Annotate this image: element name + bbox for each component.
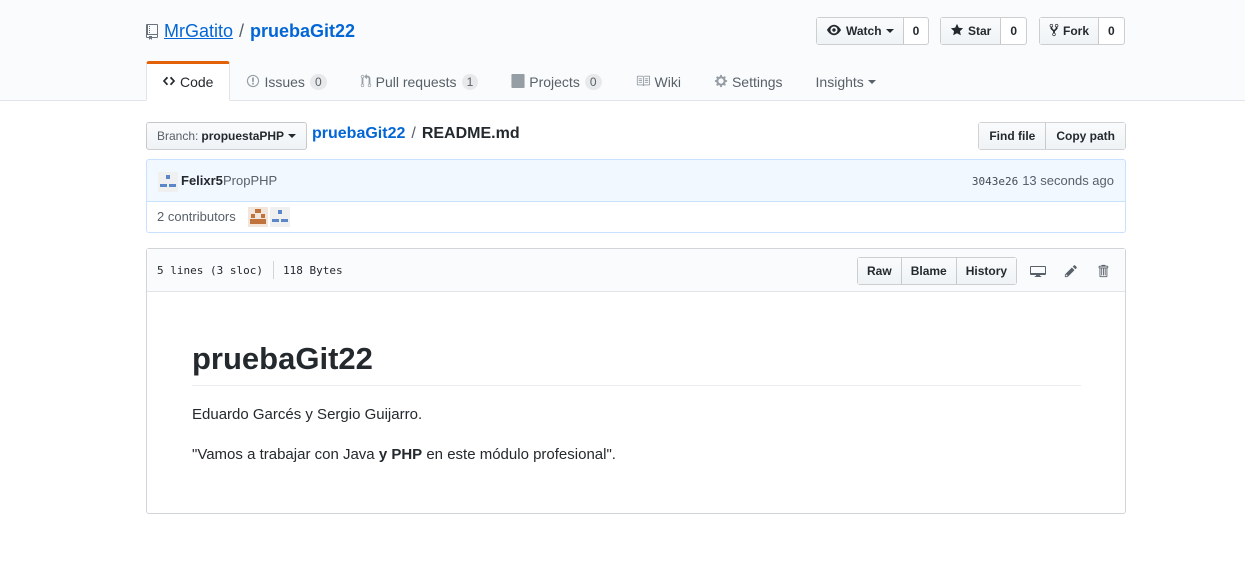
- commit-tease: Felixr5 PropPHP 3043e26 13 seconds ago: [146, 159, 1126, 202]
- breadcrumb-repo-link[interactable]: pruebaGit22: [312, 125, 405, 143]
- tab-settings[interactable]: Settings: [698, 61, 800, 101]
- blame-button[interactable]: Blame: [900, 258, 956, 284]
- copy-path-button[interactable]: Copy path: [1045, 123, 1125, 149]
- branch-name: propuestaPHP: [201, 129, 285, 143]
- star-group: Star 0: [940, 17, 1028, 45]
- file-info-divider: [272, 261, 274, 279]
- file-navigation: Branch: propuestaPHP pruebaGit22 / READM…: [146, 121, 1126, 150]
- tab-insights-label: Insights: [815, 74, 864, 90]
- repo-owner-link[interactable]: MrGatito: [164, 20, 233, 42]
- repo-nav: Code Issues 0 Pull requests 1 Projects 0: [146, 61, 893, 101]
- avatar[interactable]: [248, 207, 268, 227]
- star-icon: [950, 23, 968, 40]
- watch-group: Watch 0: [816, 17, 930, 45]
- pull-request-icon: [360, 73, 376, 91]
- history-button[interactable]: History: [955, 258, 1017, 284]
- fork-button[interactable]: Fork: [1040, 18, 1100, 44]
- star-count[interactable]: 0: [1001, 18, 1027, 44]
- commit-message-link[interactable]: PropPHP: [223, 173, 277, 188]
- gear-icon: [714, 74, 732, 91]
- branch-label: Branch:: [157, 129, 199, 143]
- eye-icon: [826, 23, 846, 40]
- commit-sha-link[interactable]: 3043e26: [972, 175, 1018, 188]
- tab-code-label: Code: [180, 74, 214, 90]
- readme-paragraph: Eduardo Garcés y Sergio Guijarro.: [192, 406, 423, 423]
- trash-icon[interactable]: [1094, 262, 1112, 280]
- tab-issues-label: Issues: [264, 74, 305, 90]
- repo-header: MrGatito / pruebaGit22 Watch 0 Star 0 Fo…: [0, 0, 1245, 101]
- watch-label: Watch: [846, 24, 882, 38]
- pencil-icon[interactable]: [1062, 262, 1080, 280]
- tab-projects[interactable]: Projects 0: [495, 61, 618, 101]
- branch-select-button[interactable]: Branch: propuestaPHP: [146, 122, 308, 150]
- file-lines: 5 lines (3 sloc): [157, 264, 263, 277]
- readme-paragraph: "Vamos a trabajar con Java y PHP en este…: [192, 444, 1081, 466]
- watch-button[interactable]: Watch: [817, 18, 904, 44]
- avatar[interactable]: [158, 172, 178, 192]
- tab-projects-label: Projects: [529, 74, 580, 90]
- repo-title-separator: /: [239, 21, 245, 41]
- fork-group: Fork 0: [1039, 17, 1125, 45]
- readme-heading: pruebaGit22: [192, 341, 1081, 386]
- issues-counter: 0: [309, 74, 327, 90]
- repo-icon: [146, 23, 158, 40]
- desktop-icon[interactable]: [1029, 262, 1047, 280]
- star-button[interactable]: Star: [941, 18, 1002, 44]
- raw-button[interactable]: Raw: [858, 258, 901, 284]
- fork-label: Fork: [1063, 24, 1090, 38]
- file-size: 118 Bytes: [282, 264, 343, 277]
- commit-time: 13 seconds ago: [1022, 173, 1114, 188]
- fork-count[interactable]: 0: [1099, 18, 1124, 44]
- file-nav-buttons: Find file Copy path: [978, 122, 1126, 150]
- tab-pull-requests[interactable]: Pull requests 1: [344, 61, 496, 101]
- chevron-down-icon: [867, 80, 876, 84]
- fork-icon: [1049, 23, 1063, 40]
- code-icon: [162, 74, 180, 91]
- find-file-button[interactable]: Find file: [979, 123, 1046, 149]
- readme-text: en este módulo profesional".: [422, 446, 616, 463]
- watch-count[interactable]: 0: [903, 18, 929, 44]
- tab-issues[interactable]: Issues 0: [230, 61, 343, 101]
- file-container: 5 lines (3 sloc) 118 Bytes Raw Blame His…: [146, 248, 1126, 514]
- commit-meta: 3043e26 13 seconds ago: [972, 173, 1114, 188]
- star-label: Star: [968, 24, 992, 38]
- tab-wiki[interactable]: Wiki: [619, 61, 698, 101]
- tab-insights[interactable]: Insights: [800, 61, 893, 101]
- book-icon: [635, 74, 655, 91]
- breadcrumb-separator: /: [411, 125, 416, 142]
- tab-code[interactable]: Code: [146, 61, 231, 101]
- file-info: 5 lines (3 sloc) 118 Bytes: [157, 261, 343, 279]
- projects-counter: 0: [584, 74, 602, 90]
- readme-content: pruebaGit22 Eduardo Garcés y Sergio Guij…: [192, 341, 1081, 466]
- project-icon: [511, 73, 529, 91]
- file-header: 5 lines (3 sloc) 118 Bytes Raw Blame His…: [147, 249, 1125, 292]
- breadcrumb: pruebaGit22 / README.md: [312, 125, 520, 143]
- chevron-down-icon: [885, 29, 894, 33]
- chevron-down-icon: [288, 134, 297, 138]
- repo-title: MrGatito / pruebaGit22: [146, 20, 355, 42]
- file-actions: Raw Blame History: [857, 257, 1018, 285]
- breadcrumb-file-name: README.md: [421, 125, 520, 142]
- tab-wiki-label: Wiki: [654, 74, 681, 90]
- readme-text: "Vamos a trabajar con Java: [192, 446, 379, 463]
- tab-pull-requests-label: Pull requests: [375, 74, 457, 90]
- readme-bold-text: y PHP: [378, 446, 423, 463]
- repo-name-link[interactable]: pruebaGit22: [250, 20, 355, 42]
- commit-author-link[interactable]: Felixr5: [181, 173, 223, 188]
- issue-icon: [246, 74, 264, 91]
- pull-requests-counter: 1: [461, 74, 479, 90]
- contributors-count[interactable]: 2 contributors: [157, 209, 236, 224]
- avatar[interactable]: [270, 207, 290, 227]
- contributors-bar: 2 contributors: [146, 201, 1126, 233]
- tab-settings-label: Settings: [731, 74, 783, 90]
